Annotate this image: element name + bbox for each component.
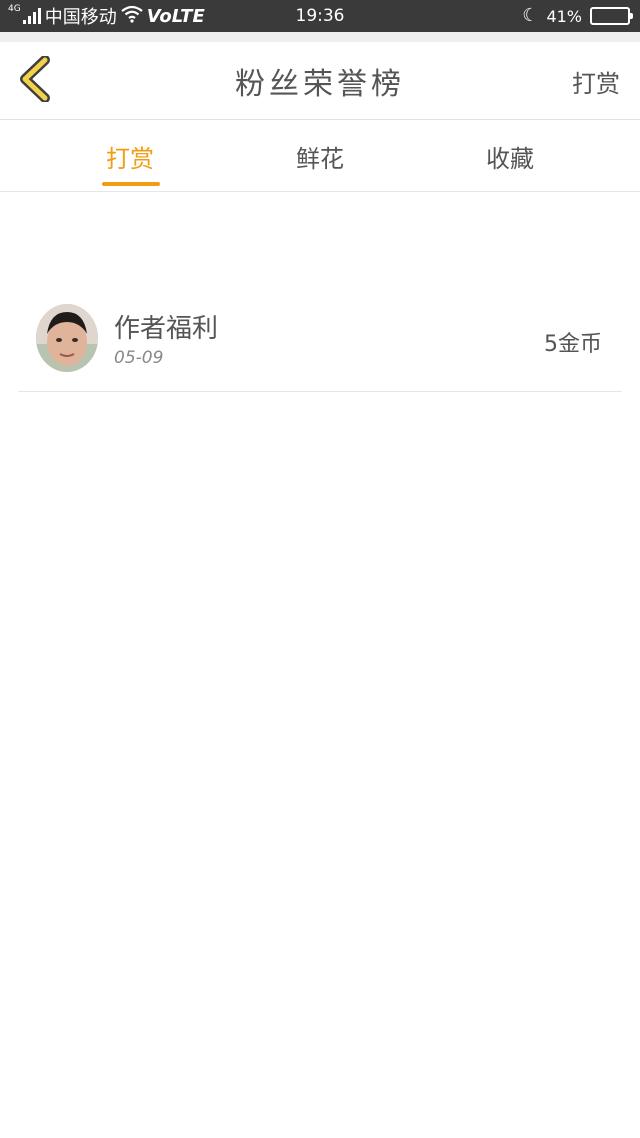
status-right: ☾ 41%: [522, 0, 633, 32]
list-item-date: 05-09: [114, 348, 164, 368]
fan-list: 作者福利 05-09 5金币: [18, 290, 622, 392]
battery-percent: 41%: [546, 6, 582, 26]
page-title: 粉丝荣誉榜: [235, 67, 405, 102]
active-tab-indicator: [102, 182, 160, 186]
list-item-name: 作者福利: [114, 314, 219, 344]
status-bar: 4G 中国移动 VoLTE 19:36 ☾ 41%: [0, 0, 640, 32]
moon-icon: ☾: [522, 5, 539, 26]
status-gap: [0, 32, 640, 42]
back-button[interactable]: [12, 55, 56, 106]
tab-bar: 打赏 鲜花 收藏: [0, 120, 640, 192]
battery-icon: [590, 7, 633, 25]
reward-button[interactable]: 打赏: [572, 42, 620, 120]
navigation-bar: 粉丝荣誉榜 打赏: [0, 42, 640, 120]
list-item-amount: 5金币: [544, 332, 602, 357]
tab-flowers[interactable]: 鲜花: [280, 120, 360, 192]
tab-favorites[interactable]: 收藏: [470, 120, 550, 192]
avatar: [36, 304, 98, 372]
list-item[interactable]: 作者福利 05-09 5金币: [18, 290, 622, 392]
chevron-left-icon: [17, 55, 51, 106]
